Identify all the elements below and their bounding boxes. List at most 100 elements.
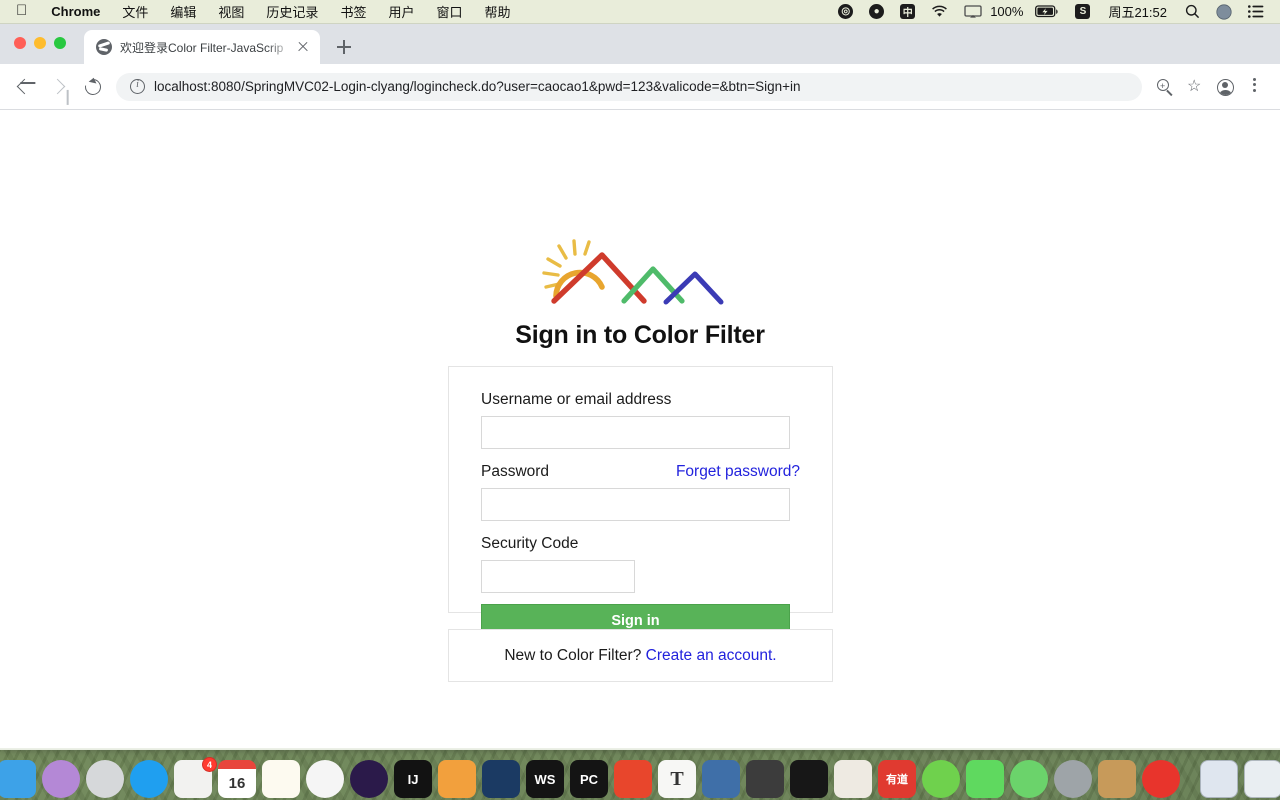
battery-percent-label: 100% — [990, 4, 1024, 19]
dock-badge: 4 — [202, 757, 217, 772]
snipaste-icon[interactable]: S — [1067, 0, 1098, 23]
page-info-icon[interactable] — [130, 79, 145, 94]
minimize-window-button[interactable] — [34, 37, 46, 49]
notes-icon — [262, 760, 300, 798]
dock-item-intellij-idea[interactable]: IJ — [391, 760, 435, 798]
create-account-link[interactable]: Create an account. — [646, 647, 777, 665]
browser-tab[interactable]: 欢迎登录Color Filter-JavaScrip — [84, 30, 320, 64]
menu-item-history[interactable]: 历史记录 — [255, 0, 329, 23]
color-filter-logo — [542, 239, 724, 305]
zoom-in-icon[interactable]: + — [1150, 72, 1180, 102]
close-tab-icon[interactable] — [294, 38, 312, 56]
siri-icon[interactable] — [1208, 0, 1240, 23]
dock-item-finder[interactable] — [0, 760, 39, 798]
menu-item-view[interactable]: 视图 — [207, 0, 255, 23]
username-input[interactable] — [481, 416, 790, 449]
intellij-idea-icon: IJ — [394, 760, 432, 798]
chrome-menu-icon[interactable] — [1240, 72, 1270, 102]
dock-item-sequel-pro[interactable] — [479, 760, 523, 798]
password-input[interactable] — [481, 488, 790, 521]
maps-icon — [834, 760, 872, 798]
dock-item-contacts[interactable] — [1095, 760, 1139, 798]
dock-item-xmind[interactable] — [611, 760, 655, 798]
menu-bar-clock[interactable]: 周五21:52 — [1098, 2, 1177, 21]
input-source-icon[interactable]: 中 — [892, 0, 923, 23]
tab-title: 欢迎登录Color Filter-JavaScrip — [120, 40, 284, 55]
finder-icon — [0, 760, 36, 798]
profile-avatar-icon[interactable] — [1210, 72, 1240, 102]
menu-bar-left:  Chrome 文件 编辑 视图 历史记录 书签 用户 窗口 帮助 — [0, 0, 522, 23]
dock-item-evernote[interactable] — [919, 760, 963, 798]
wechat-icon — [1010, 760, 1048, 798]
dock-item-textedit[interactable]: T — [655, 760, 699, 798]
browser-toolbar: localhost:8080/SpringMVC02-Login-clyang/… — [0, 64, 1280, 110]
back-arrow-icon[interactable] — [8, 70, 42, 104]
forward-arrow-icon[interactable] — [42, 70, 76, 104]
search-icon[interactable] — [1177, 0, 1208, 23]
youdao-icon: 有道 — [878, 760, 916, 798]
dock-item-photos[interactable]: 4 — [171, 757, 217, 798]
evernote-icon — [922, 760, 960, 798]
new-tab-icon[interactable] — [330, 33, 358, 61]
menu-item-file[interactable]: 文件 — [111, 0, 159, 23]
dock-item-sketch[interactable] — [435, 760, 479, 798]
window-traffic-lights — [14, 37, 66, 49]
dock-item-notes[interactable] — [259, 760, 303, 798]
dock-item-launchpad[interactable] — [83, 760, 127, 798]
menu-item-profiles[interactable]: 用户 — [377, 0, 425, 23]
dock-item-virtualbox[interactable] — [699, 760, 743, 798]
menu-item-window[interactable]: 窗口 — [425, 0, 473, 23]
dock-item-netease-music[interactable] — [1139, 760, 1183, 798]
menu-item-help[interactable]: 帮助 — [473, 0, 521, 23]
dock-item-pycharm[interactable]: PC — [567, 760, 611, 798]
apple-logo-icon[interactable]:  — [0, 3, 40, 18]
tab-strip: 欢迎登录Color Filter-JavaScrip — [0, 24, 1280, 64]
macos-dock: 4 16 IJ WS PC T 有道 — [0, 748, 1280, 800]
menu-item-bookmarks[interactable]: 书签 — [329, 0, 377, 23]
screenshot-icon[interactable]: ◎ — [830, 0, 861, 23]
reload-icon[interactable] — [76, 70, 110, 104]
dock-item-youdao[interactable]: 有道 — [875, 760, 919, 798]
pycharm-icon: PC — [570, 760, 608, 798]
dock-item-wechat[interactable] — [1007, 760, 1051, 798]
dock-item-sublime-text[interactable] — [743, 760, 787, 798]
wifi-icon[interactable] — [923, 0, 956, 23]
maximize-window-button[interactable] — [54, 37, 66, 49]
forget-password-link[interactable]: Forget password? — [676, 463, 800, 481]
address-bar[interactable]: localhost:8080/SpringMVC02-Login-clyang/… — [116, 72, 1142, 101]
documents-stack-icon[interactable] — [1200, 760, 1238, 798]
globe-icon — [96, 39, 112, 55]
star-icon[interactable]: ☆ — [1180, 72, 1210, 102]
battery-charging-icon[interactable] — [1027, 0, 1067, 23]
chrome-browser-window: 欢迎登录Color Filter-JavaScrip localhost:808… — [0, 24, 1280, 750]
contacts-icon — [1098, 760, 1136, 798]
messages-icon — [966, 760, 1004, 798]
macos-menu-bar:  Chrome 文件 编辑 视图 历史记录 书签 用户 窗口 帮助 ◎ ● 中… — [0, 0, 1280, 24]
virtualbox-icon — [702, 760, 740, 798]
menu-item-chrome[interactable]: Chrome — [40, 0, 111, 23]
menu-item-edit[interactable]: 编辑 — [159, 0, 207, 23]
dock-item-messages[interactable] — [963, 760, 1007, 798]
terminal-icon — [790, 760, 828, 798]
menu-bar-status-area: ◎ ● 中 100% S 周五21:52 — [830, 0, 1280, 23]
dock-item-calendar[interactable]: 16 — [215, 760, 259, 798]
dock-item-maps[interactable] — [831, 760, 875, 798]
dock-item-terminal[interactable] — [787, 760, 831, 798]
dock-item-system-preferences[interactable] — [1051, 760, 1095, 798]
xmind-icon — [614, 760, 652, 798]
trash-icon[interactable] — [1244, 760, 1280, 798]
airplay-icon[interactable] — [956, 0, 990, 23]
sublime-text-icon — [746, 760, 784, 798]
dock-item-webstorm[interactable]: WS — [523, 760, 567, 798]
username-label: Username or email address — [481, 391, 672, 408]
dock-item-chrome[interactable] — [303, 760, 347, 798]
close-window-button[interactable] — [14, 37, 26, 49]
dock-item-ulysses[interactable] — [347, 760, 391, 798]
notification-center-icon[interactable] — [1240, 0, 1272, 23]
url-text: localhost:8080/SpringMVC02-Login-clyang/… — [154, 79, 801, 94]
page-content: Sign in to Color Filter Username or emai… — [0, 110, 1280, 749]
dock-item-safari[interactable] — [127, 760, 171, 798]
security-code-input[interactable] — [481, 560, 635, 593]
microphone-icon[interactable]: ● — [861, 0, 892, 23]
dock-item-siri[interactable] — [39, 760, 83, 798]
